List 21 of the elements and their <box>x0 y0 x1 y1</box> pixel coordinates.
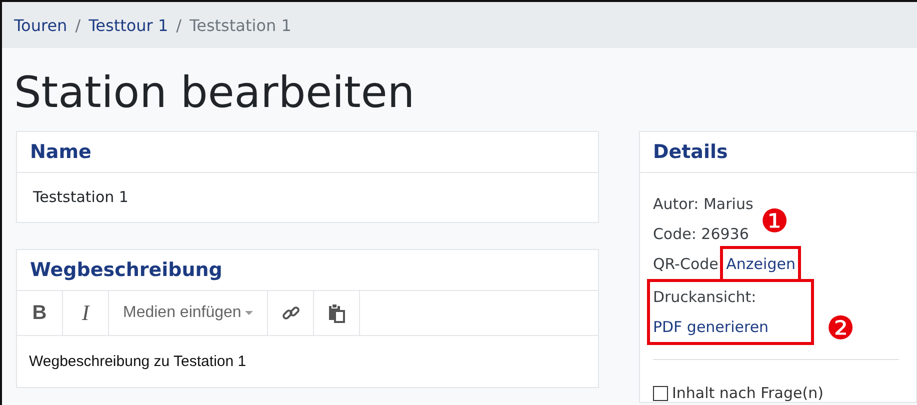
detail-text: Autor: Marius <box>652 195 754 214</box>
breadcrumb-link[interactable]: Testtour 1 <box>88 16 168 34</box>
card-title: Details <box>640 132 916 174</box>
callout-number: ❶ <box>760 205 789 238</box>
detail-link[interactable]: PDF generieren <box>652 312 769 342</box>
card-title: Name <box>17 132 598 174</box>
checkbox-label: Inhalt nach Frage(n) <box>672 383 824 404</box>
name-field[interactable]: Teststation 1 <box>17 173 598 222</box>
checkbox[interactable] <box>652 386 668 401</box>
current-page-label: Teststation 1 <box>190 16 292 34</box>
breadcrumb-separator: / <box>75 16 81 34</box>
detail-text: Druckansicht: <box>652 288 756 306</box>
breadcrumb-separator: / <box>176 16 182 34</box>
editor-text[interactable]: Wegbeschreibung zu Testation 1 <box>17 336 598 388</box>
callout-number: ❷ <box>826 312 855 344</box>
detail-link[interactable]: Anzeigen <box>723 249 798 280</box>
detail-text: QR-Code <box>652 255 718 274</box>
breadcrumb-link[interactable]: Touren <box>14 16 68 34</box>
clipboard-icon <box>328 303 346 324</box>
page-title: Station bearbeiten <box>13 67 416 120</box>
detail-text: Code: 26936 <box>652 225 749 244</box>
